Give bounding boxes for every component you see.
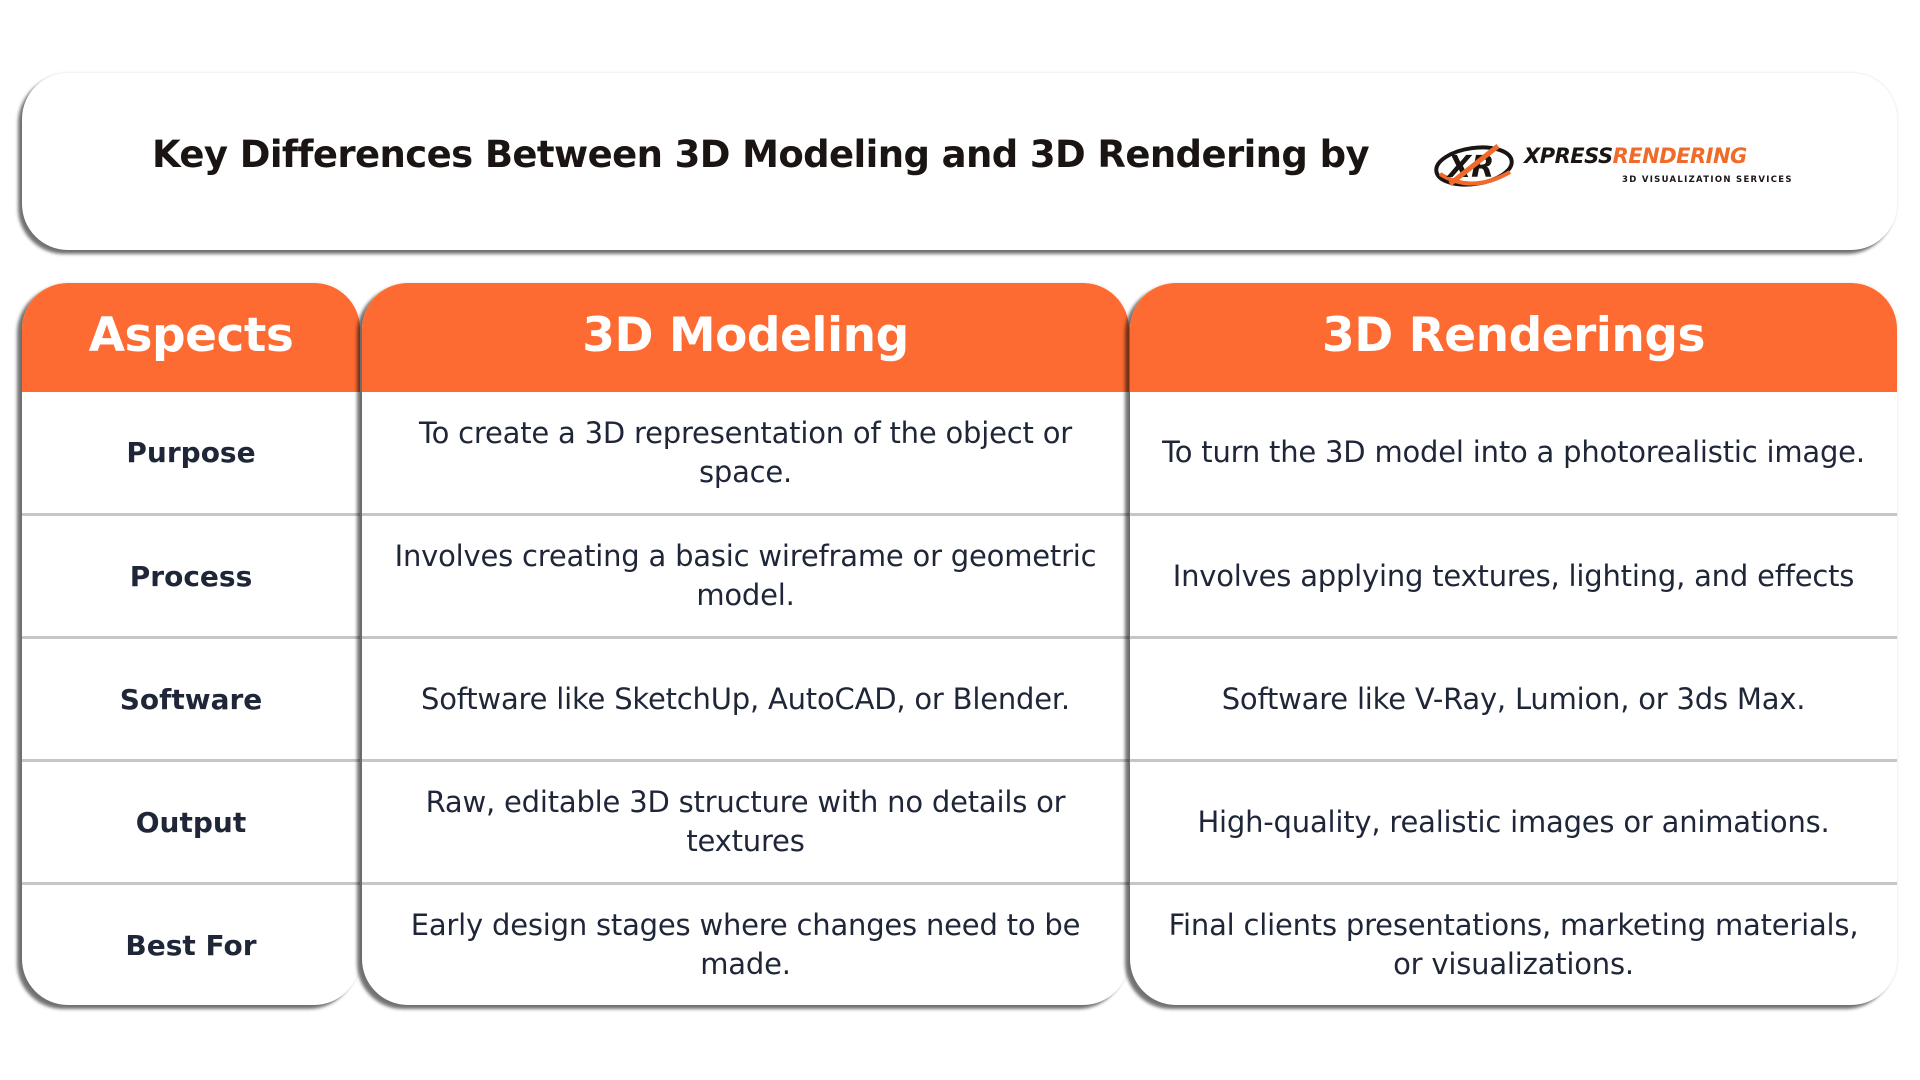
aspects-column: Aspects Purpose Process Software Output …	[22, 283, 360, 1005]
aspect-label: Purpose	[126, 436, 256, 469]
brand-logo: XR XPRESSRENDERING 3D VISUALIZATION SERV…	[1432, 138, 1792, 194]
modeling-column: 3D Modeling To create a 3D representatio…	[362, 283, 1129, 1005]
rendering-cell: Final clients presentations, marketing m…	[1130, 882, 1897, 1005]
rendering-cell: Involves applying textures, lighting, an…	[1130, 513, 1897, 636]
xr-logo-icon: XR	[1434, 144, 1514, 187]
renderings-column: 3D Renderings To turn the 3D model into …	[1130, 283, 1897, 1005]
brand-tagline: 3D VISUALIZATION SERVICES	[1622, 175, 1793, 185]
column-header-modeling: 3D Modeling	[362, 283, 1129, 392]
modeling-cell: Involves creating a basic wireframe or g…	[362, 513, 1129, 636]
rendering-cell: Software like V-Ray, Lumion, or 3ds Max.	[1130, 636, 1897, 759]
aspect-label: Software	[22, 636, 360, 759]
modeling-cell: To create a 3D representation of the obj…	[419, 415, 1072, 489]
column-header-aspects: Aspects	[22, 283, 360, 392]
rendering-cell: To turn the 3D model into a photorealist…	[1162, 435, 1865, 469]
rendering-cell: High-quality, realistic images or animat…	[1130, 759, 1897, 882]
aspect-label: Output	[22, 759, 360, 882]
modeling-cell: Early design stages where changes need t…	[362, 882, 1129, 1005]
modeling-cell: Raw, editable 3D structure with no detai…	[362, 759, 1129, 882]
aspect-label: Process	[22, 513, 360, 636]
brand-wordmark: XPRESSRENDERING	[1524, 144, 1747, 168]
aspect-label: Best For	[22, 882, 360, 1005]
page-title: Key Differences Between 3D Modeling and …	[152, 133, 1370, 176]
column-header-renderings: 3D Renderings	[1130, 283, 1897, 392]
modeling-cell: Software like SketchUp, AutoCAD, or Blen…	[362, 636, 1129, 759]
